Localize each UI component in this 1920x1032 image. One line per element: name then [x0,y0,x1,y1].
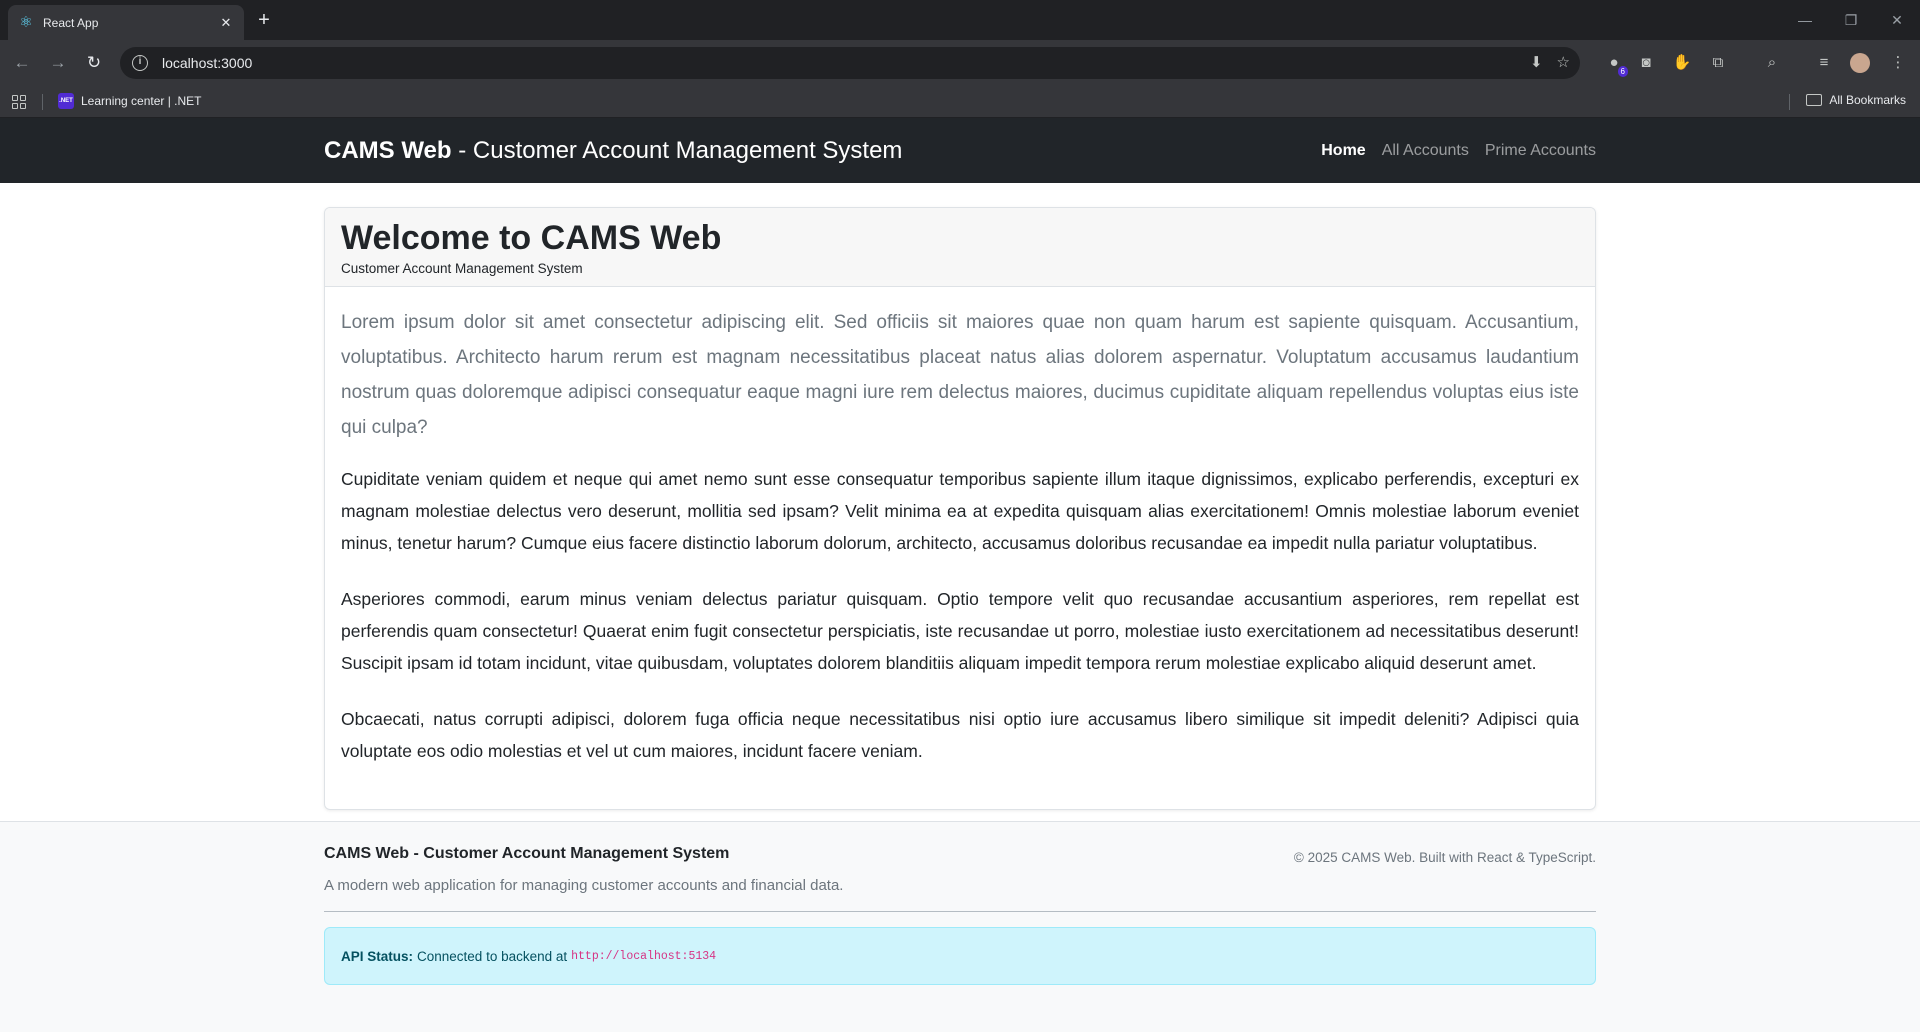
card-body: Lorem ipsum dolor sit amet consectetur a… [325,287,1595,809]
avatar[interactable] [1848,51,1872,75]
brand[interactable]: CAMS Web - Customer Account Management S… [324,137,902,165]
hand-icon[interactable]: ✋ [1670,51,1694,75]
bookmark-star-icon[interactable]: ☆ [1557,53,1570,71]
body-paragraph: Obcaecati, natus corrupti adipisci, dolo… [341,708,1579,761]
camera-icon[interactable]: ◙ [1634,51,1658,75]
app-navbar: CAMS Web - Customer Account Management S… [0,118,1920,183]
card-header: Welcome to CAMS Web Customer Account Man… [325,208,1595,287]
nav-link-all-accounts[interactable]: All Accounts [1382,142,1469,160]
api-status-label: API Status: [341,948,414,964]
api-status-text: Connected to backend at [417,948,568,964]
forward-icon[interactable]: → [44,49,72,77]
new-tab-button[interactable]: + [252,9,276,33]
browser-tab[interactable]: ⚛ React App ✕ [8,5,244,40]
footer-copyright: © 2025 CAMS Web. Built with React & Type… [1293,850,1596,865]
bookmark-label: Learning center | .NET [81,94,202,108]
address-bar[interactable]: i localhost:3000 ⬇ ☆ [120,47,1580,79]
apps-grid-icon[interactable] [12,95,26,109]
close-window-icon[interactable]: ✕ [1874,0,1920,40]
brand-name: CAMS Web [324,136,452,164]
site-info-icon[interactable]: i [132,55,148,71]
nav-links: Home All Accounts Prime Accounts [1321,142,1596,160]
react-icon: ⚛ [19,13,33,31]
back-icon[interactable]: ← [8,49,36,77]
minimize-icon[interactable]: — [1782,0,1828,40]
nav-link-prime-accounts[interactable]: Prime Accounts [1485,142,1596,160]
tab-search-icon[interactable]: ⌕ [1760,51,1784,75]
reload-icon[interactable]: ↻ [80,49,108,77]
browser-tabstrip: ⚛ React App ✕ + — ❐ ✕ [0,0,1920,40]
all-bookmarks-label: All Bookmarks [1829,93,1906,107]
welcome-card: Welcome to CAMS Web Customer Account Man… [324,207,1596,810]
menu-icon[interactable]: ⋮ [1886,51,1910,75]
footer-description: A modern web application for managing cu… [324,877,844,894]
page-title: Welcome to CAMS Web [341,219,722,257]
lead-paragraph: Lorem ipsum dolor sit amet consectetur a… [341,311,1579,438]
api-url: http://localhost:5134 [571,949,717,963]
restore-icon[interactable]: ❐ [1828,0,1874,40]
page-viewport: CAMS Web - Customer Account Management S… [0,118,1920,1032]
bookmark-learning-center[interactable]: .NET Learning center | .NET [58,93,202,109]
extensions-puzzle-icon[interactable]: ⧉ [1706,51,1730,75]
folder-icon [1806,94,1823,106]
body-paragraph: Cupiditate veniam quidem et neque qui am… [341,468,1579,553]
page-footer: CAMS Web - Customer Account Management S… [0,821,1920,1032]
all-bookmarks-button[interactable]: All Bookmarks [1806,93,1906,107]
install-app-icon[interactable]: ⬇ [1530,53,1543,71]
bookmarks-bar: .NET Learning center | .NET All Bookmark… [0,86,1920,118]
url-text: localhost:3000 [162,55,253,71]
close-tab-icon[interactable]: ✕ [218,15,234,31]
browser-toolbar: ← → ↻ i localhost:3000 ⬇ ☆ ● 6 ◙ ✋ ⧉ ⌕ ≡ … [0,40,1920,86]
bookmark-separator [1789,94,1790,110]
page-subtitle: Customer Account Management System [341,260,583,276]
bookmark-separator [42,94,43,110]
main-container: Welcome to CAMS Web Customer Account Man… [312,183,1608,810]
extension-icon-1[interactable]: ● 6 [1602,51,1628,77]
footer-divider [324,911,1596,912]
dotnet-icon: .NET [58,93,74,109]
nav-link-home[interactable]: Home [1321,142,1365,160]
tab-title: React App [43,15,99,30]
brand-subtitle: - Customer Account Management System [451,136,903,164]
body-paragraph: Asperiores commodi, earum minus veniam d… [341,588,1579,673]
api-status-alert: API Status: Connected to backend at http… [324,927,1596,985]
media-control-icon[interactable]: ≡ [1812,51,1836,75]
